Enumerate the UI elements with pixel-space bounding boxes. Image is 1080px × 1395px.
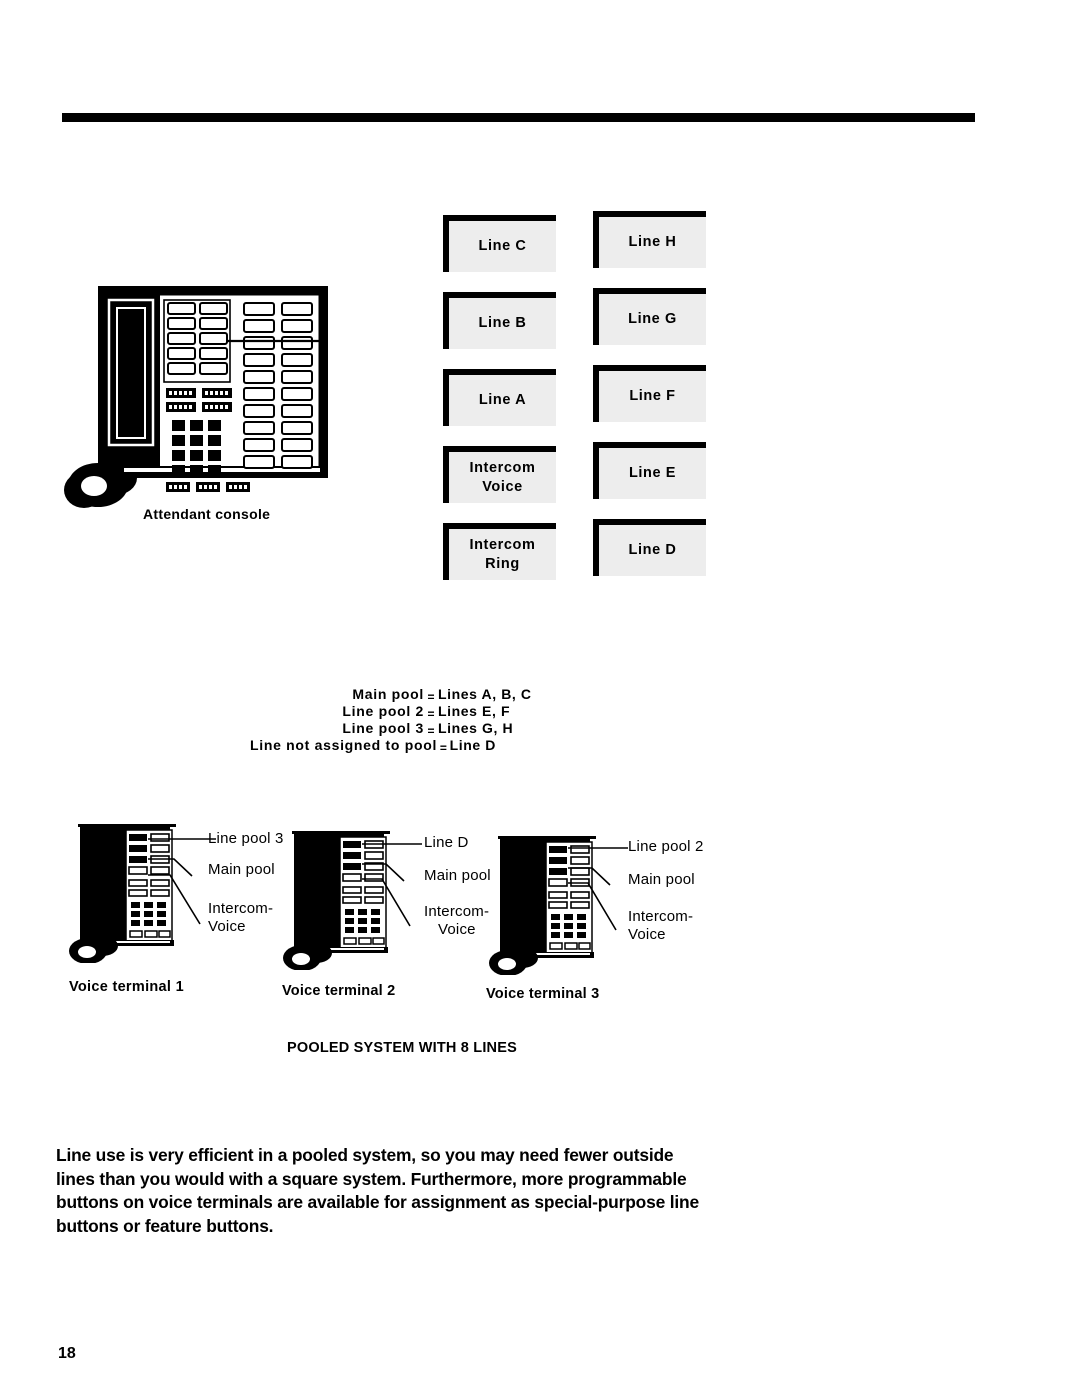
- body-paragraph: Line use is very efficient in a pooled s…: [56, 1145, 699, 1236]
- pool-value-main: Lines A, B, C: [438, 686, 532, 702]
- terminal-3-callout-intercom: Intercom-: [628, 908, 694, 925]
- line-box-c[interactable]: Line C: [443, 215, 556, 272]
- pool-equals-1: =: [427, 707, 435, 722]
- line-box-b-label: Line B: [478, 315, 527, 332]
- intercom-voice-label-2: Voice: [482, 478, 523, 495]
- terminal-1-callout-line-pool-3: Line pool 3: [208, 830, 284, 847]
- line-box-c-label: Line C: [478, 238, 527, 255]
- line-box-intercom-voice[interactable]: Intercom Voice: [443, 446, 556, 503]
- voice-terminal-3-caption: Voice terminal 3: [486, 986, 600, 1002]
- line-box-d[interactable]: Line D: [593, 519, 706, 576]
- line-box-a-label: Line A: [478, 392, 527, 409]
- line-box-f[interactable]: Line F: [593, 365, 706, 422]
- terminal-1-callout-main-pool: Main pool: [208, 861, 275, 878]
- terminal-3-callout-voice: Voice: [628, 926, 666, 943]
- line-box-e[interactable]: Line E: [593, 442, 706, 499]
- line-box-intercom-ring[interactable]: Intercom Ring: [443, 523, 556, 580]
- voice-terminal-2-leader-lines: [362, 836, 430, 936]
- pool-assignment-row: Line pool 2 = Lines E, F: [250, 703, 550, 722]
- intercom-ring-label-2: Ring: [485, 555, 520, 572]
- voice-terminal-2-caption: Voice terminal 2: [282, 983, 396, 999]
- pool-label-3: Line pool 3: [342, 720, 424, 737]
- line-box-e-label: Line E: [628, 465, 677, 482]
- attendant-console-illustration: [60, 278, 350, 518]
- pool-value-2: Lines E, F: [438, 703, 511, 720]
- terminal-2-callout-line-d: Line D: [424, 834, 469, 851]
- voice-terminal-1-caption: Voice terminal 1: [69, 979, 184, 995]
- line-box-d-label: Line D: [628, 542, 677, 559]
- terminal-1-callout-voice: Voice: [208, 918, 246, 935]
- pool-equals-3: =: [439, 741, 447, 756]
- leader-lines-svg: [568, 847, 628, 931]
- header-rule: [62, 113, 975, 122]
- pool-value-none: Line D: [449, 737, 496, 754]
- terminal-2-callout-intercom: Intercom-: [424, 903, 490, 920]
- intercom-voice-label-1: Intercom: [469, 460, 536, 477]
- leader-lines-svg: [362, 843, 422, 927]
- pool-assignment-row: Main pool = Lines A, B, C: [250, 686, 550, 704]
- pool-assignment-row: Line not assigned to pool = Line D: [250, 737, 550, 756]
- pool-label-2: Line pool 2: [342, 703, 424, 720]
- document-page: Attendant console Line C Line B Line A I…: [0, 0, 1080, 1395]
- terminal-3-callout-main-pool: Main pool: [628, 871, 695, 888]
- pool-assignment-block: Main pool = Lines A, B, C Line pool 2 = …: [250, 686, 550, 756]
- terminal-2-callout-main-pool: Main pool: [424, 867, 491, 884]
- line-box-h[interactable]: Line H: [593, 211, 706, 268]
- voice-terminal-3-leader-lines: [568, 840, 636, 940]
- line-box-b[interactable]: Line B: [443, 292, 556, 349]
- line-box-f-label: Line F: [629, 388, 676, 405]
- attendant-console-label: Attendant console: [143, 506, 271, 522]
- pool-equals-0: =: [427, 690, 435, 704]
- pool-assignment-row: Line pool 3 = Lines G, H: [250, 720, 550, 739]
- line-box-h-label: Line H: [628, 234, 677, 251]
- terminal-1-callout-intercom: Intercom-: [208, 900, 274, 917]
- line-box-a[interactable]: Line A: [443, 369, 556, 426]
- line-box-g-label: Line G: [628, 311, 677, 328]
- terminal-3-callout-line-pool-2: Line pool 2: [628, 838, 704, 855]
- pool-value-3: Lines G, H: [438, 720, 514, 737]
- intercom-ring-label-1: Intercom: [469, 537, 536, 554]
- pool-label-main: Main pool: [352, 686, 424, 702]
- attendant-console-svg: [64, 286, 328, 508]
- terminal-2-callout-voice: Voice: [438, 921, 476, 938]
- pool-equals-2: =: [427, 724, 435, 739]
- figure-caption: POOLED SYSTEM WITH 8 LINES: [287, 1040, 517, 1056]
- line-box-g[interactable]: Line G: [593, 288, 706, 345]
- page-number: 18: [58, 1345, 76, 1362]
- pool-label-none: Line not assigned to pool: [250, 737, 438, 754]
